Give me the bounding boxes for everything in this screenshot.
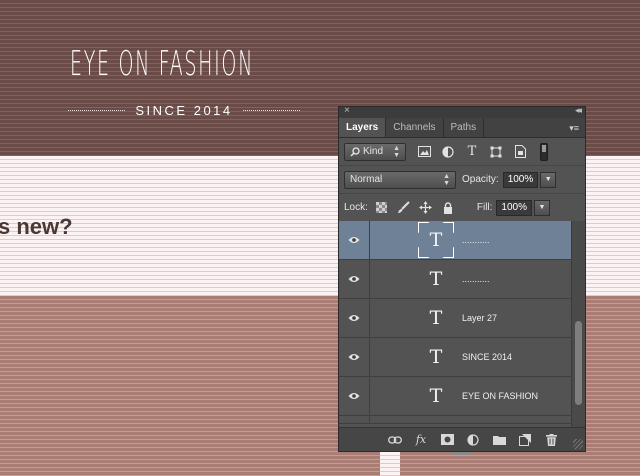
layer-row[interactable]: T ........... [339, 259, 585, 299]
lock-label: Lock: [344, 202, 368, 213]
brand-subtitle: SINCE 2014 [135, 102, 233, 118]
type-layer-thumbnail-icon: T [429, 268, 443, 290]
filter-icons: T [416, 142, 548, 161]
lock-icons [374, 200, 462, 216]
layer-name[interactable]: SINCE 2014 [462, 352, 512, 362]
visibility-eye-icon[interactable] [339, 337, 370, 377]
scrollbar-thumb[interactable] [575, 321, 582, 405]
brand-title: EYE ON FASHION [70, 44, 255, 84]
type-layer-thumbnail-icon: T [429, 307, 443, 329]
lock-all-icon[interactable] [440, 200, 456, 216]
pixel-layer-filter-icon[interactable] [416, 144, 432, 160]
section-heading: s new? [0, 214, 73, 239]
type-layer-thumbnail-icon: T [429, 385, 443, 407]
layer-list: T ........... T ........... T Layer 27 T… [339, 221, 585, 427]
updown-arrows-icon: ▲ ▼ [393, 144, 400, 159]
filter-row: Kind ▲ ▼ T [339, 138, 585, 166]
layer-row[interactable]: T ........... [339, 221, 585, 260]
adjustment-layer-filter-icon[interactable] [440, 144, 456, 160]
layers-panel: × ◂◂ Layers Channels Paths ▾≡ Kind ▲▼ T [338, 105, 586, 455]
layer-name[interactable]: EYE ON FASHION [462, 391, 538, 401]
add-mask-icon[interactable] [439, 432, 455, 448]
lock-image-pixels-icon[interactable] [396, 200, 412, 216]
search-icon [350, 146, 360, 157]
filter-kind-label: Kind [363, 146, 384, 157]
filter-kind-select[interactable]: Kind ▲ ▼ [344, 142, 406, 161]
blend-row: Normal ▲ ▼ Opacity: 100% ▼ [339, 166, 585, 194]
layer-name[interactable]: Layer 27 [462, 313, 497, 323]
layer-name[interactable]: ........... [462, 235, 490, 245]
updown-arrows-icon: ▲ ▼ [443, 172, 450, 187]
blend-mode-select[interactable]: Normal ▲ ▼ [344, 170, 456, 189]
tab-layers[interactable]: Layers [339, 118, 387, 137]
blend-mode-value: Normal [350, 174, 383, 185]
opacity-label: Opacity: [462, 174, 499, 185]
layer-row-partial[interactable] [339, 415, 585, 424]
trash-icon[interactable] [543, 432, 559, 448]
layer-row[interactable]: T SINCE 2014 [339, 337, 585, 377]
type-layer-thumbnail-icon: T [418, 222, 454, 258]
type-layer-filter-icon[interactable]: T [464, 144, 480, 160]
new-group-folder-icon[interactable] [491, 432, 507, 448]
lock-position-icon[interactable] [418, 200, 434, 216]
panel-footer: fx [339, 427, 585, 451]
layer-row[interactable]: T EYE ON FASHION [339, 376, 585, 416]
visibility-eye-icon[interactable] [339, 298, 370, 338]
dotted-rule-right [242, 109, 301, 111]
visibility-eye-icon[interactable] [339, 221, 370, 260]
link-layers-icon[interactable] [387, 432, 403, 448]
smart-object-filter-icon[interactable] [512, 144, 528, 160]
visibility-eye-icon[interactable] [339, 259, 370, 299]
fill-dropdown-icon[interactable]: ▼ [534, 199, 550, 216]
filter-toggle-switch[interactable] [540, 142, 548, 161]
tab-paths[interactable]: Paths [444, 118, 485, 137]
resize-grip-icon[interactable] [573, 439, 583, 449]
close-icon[interactable]: × [344, 105, 350, 116]
opacity-input[interactable]: 100% [502, 171, 539, 188]
layer-row[interactable]: T Layer 27 [339, 298, 585, 338]
layer-name[interactable]: ........... [462, 274, 490, 284]
panel-menu-icon[interactable]: ▾≡ [569, 123, 579, 134]
brand-subtitle-row: SINCE 2014 [68, 100, 301, 120]
panel-title-bar[interactable]: × ◂◂ [339, 105, 585, 118]
type-layer-thumbnail-icon: T [429, 346, 443, 368]
panel-tabs: Layers Channels Paths ▾≡ [339, 118, 585, 138]
shape-layer-filter-icon[interactable] [488, 144, 504, 160]
panel-bottom-grip[interactable] [451, 452, 471, 455]
collapse-icon[interactable]: ◂◂ [575, 105, 582, 116]
fill-input[interactable]: 100% [496, 199, 532, 216]
visibility-eye-icon[interactable] [339, 415, 370, 424]
light-strip [380, 452, 400, 476]
layer-style-fx-icon[interactable]: fx [413, 432, 429, 448]
lock-row: Lock: Fill: 100% ▼ [339, 194, 585, 222]
adjustment-layer-icon[interactable] [465, 432, 481, 448]
opacity-dropdown-icon[interactable]: ▼ [540, 171, 557, 188]
fill-label: Fill: [476, 202, 493, 213]
dotted-rule-left [68, 109, 126, 111]
lock-transparent-pixels-icon[interactable] [374, 200, 390, 216]
visibility-eye-icon[interactable] [339, 376, 370, 416]
tab-channels[interactable]: Channels [386, 118, 444, 137]
layer-list-scrollbar[interactable] [571, 221, 585, 427]
new-layer-icon[interactable] [517, 432, 533, 448]
